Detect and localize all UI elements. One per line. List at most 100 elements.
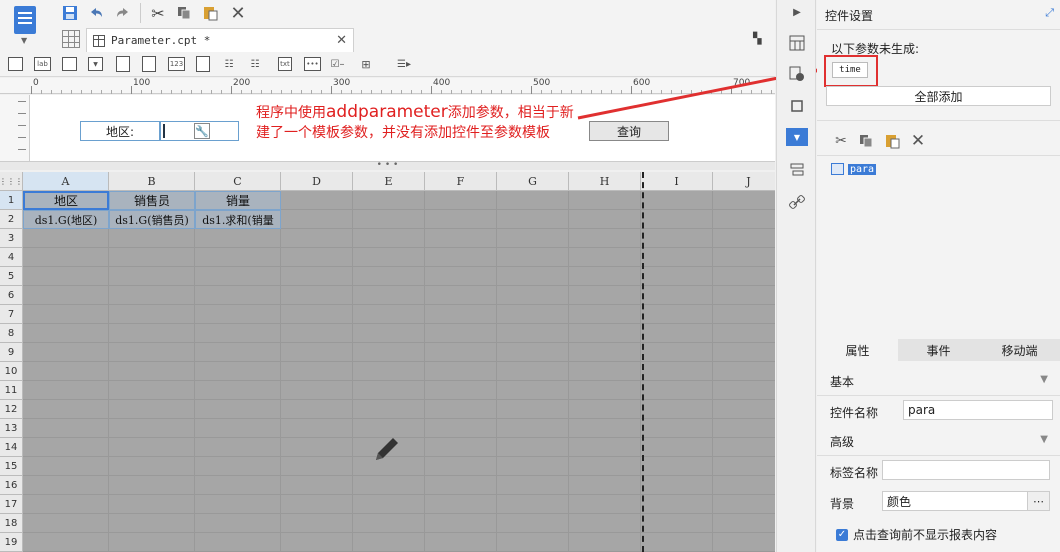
row-header[interactable]: 15: [0, 457, 23, 476]
checkbox-group-icon[interactable]: ☑–: [330, 57, 345, 71]
report-grid[interactable]: ⋮⋮⋮ A B C D E F G H I J 1 2 3 4 5 6 7 8 9 10 11 12 13 14 15 16 17 1…: [0, 172, 775, 552]
redo-icon[interactable]: [113, 3, 133, 23]
column-header[interactable]: F: [425, 172, 497, 191]
save-icon[interactable]: [60, 3, 80, 23]
tab-properties[interactable]: 属性: [817, 339, 898, 361]
widget-tree-item[interactable]: para: [831, 163, 877, 175]
undo-icon[interactable]: [86, 3, 106, 23]
row-header[interactable]: 11: [0, 381, 23, 400]
text-widget-icon[interactable]: txt: [278, 57, 292, 71]
calendar-widget-icon[interactable]: [142, 56, 156, 72]
row-header[interactable]: 7: [0, 305, 23, 324]
row-header[interactable]: 16: [0, 476, 23, 495]
tag-name-field[interactable]: [882, 460, 1050, 480]
copy-icon[interactable]: [174, 3, 194, 23]
password-widget-icon[interactable]: •••: [304, 57, 321, 71]
file-tab[interactable]: Parameter.cpt * ✕: [86, 28, 354, 52]
cell-b2[interactable]: ds1.G(销售员): [109, 210, 195, 229]
select-all-corner[interactable]: ⋮⋮⋮: [0, 172, 23, 191]
tree-widget-icon[interactable]: ⊞: [358, 56, 374, 72]
cell-element-icon[interactable]: [787, 33, 807, 53]
row-header[interactable]: 4: [0, 248, 23, 267]
grid-column-line: [424, 191, 425, 552]
section-advanced[interactable]: 高级 ▼: [817, 430, 1060, 452]
column-header[interactable]: J: [713, 172, 775, 191]
copy-icon[interactable]: [857, 132, 875, 150]
column-header[interactable]: H: [569, 172, 641, 191]
tab-events[interactable]: 事件: [898, 339, 979, 361]
row-header[interactable]: 18: [0, 514, 23, 533]
widget-settings-panel: 控件设置 ⤢ 以下参数未生成: time 全部添加 ✂ ✕ para 属性 事件…: [817, 0, 1060, 552]
collapse-arrow-icon[interactable]: ▶: [787, 2, 807, 22]
row-header[interactable]: 13: [0, 419, 23, 438]
number-widget-icon[interactable]: 123: [168, 57, 185, 71]
cell-a2[interactable]: ds1.G(地区): [23, 210, 109, 229]
delete-icon[interactable]: ✕: [909, 131, 927, 151]
row-header[interactable]: 5: [0, 267, 23, 286]
region-label[interactable]: 地区:: [80, 121, 160, 141]
query-button[interactable]: 查询: [589, 121, 669, 141]
row-header[interactable]: 10: [0, 362, 23, 381]
delete-icon[interactable]: ✕: [228, 3, 248, 24]
condition-attribute-icon[interactable]: [787, 160, 807, 180]
widget-edit-icon[interactable]: 🔧: [194, 123, 210, 139]
section-basic[interactable]: 基本 ▼: [817, 370, 1060, 392]
date-widget-icon[interactable]: [116, 56, 130, 72]
widget-name-field[interactable]: para: [903, 400, 1053, 420]
cut-icon[interactable]: ✂: [148, 3, 168, 23]
checkbox-widget-icon[interactable]: ☷: [248, 56, 262, 72]
row-header[interactable]: 2: [0, 210, 23, 229]
panel-toggle-icon[interactable]: ▚: [753, 32, 767, 46]
column-header[interactable]: A: [23, 172, 109, 191]
combobox-widget-icon[interactable]: ▼: [88, 57, 103, 71]
region-combobox[interactable]: 🔧: [160, 121, 239, 141]
cell-c1[interactable]: 销量: [195, 191, 281, 210]
cut-icon[interactable]: ✂: [832, 132, 850, 150]
radio-widget-icon[interactable]: ☷: [222, 56, 236, 72]
column-header[interactable]: B: [109, 172, 195, 191]
add-all-button[interactable]: 全部添加: [826, 86, 1051, 106]
row-header[interactable]: 8: [0, 324, 23, 343]
dock-icon[interactable]: ⤢: [1045, 6, 1054, 20]
close-tab-icon[interactable]: ✕: [336, 33, 347, 48]
ruler-tick: [711, 90, 712, 94]
cell-a1[interactable]: 地区: [23, 191, 109, 210]
column-header[interactable]: E: [353, 172, 425, 191]
column-header[interactable]: G: [497, 172, 569, 191]
row-header[interactable]: 1: [0, 191, 23, 210]
float-element-icon[interactable]: [787, 96, 807, 116]
more-widgets-icon[interactable]: ☰▸: [392, 56, 416, 72]
background-field[interactable]: 颜色 ⋯: [882, 491, 1050, 511]
row-header[interactable]: 12: [0, 400, 23, 419]
param-chip-time[interactable]: time: [832, 62, 868, 78]
button-widget-icon[interactable]: [62, 57, 77, 71]
grid-view-icon[interactable]: [62, 30, 80, 48]
hyperlink-icon[interactable]: [787, 192, 807, 212]
textarea-widget-icon[interactable]: [196, 56, 210, 72]
row-header[interactable]: 17: [0, 495, 23, 514]
paste-icon[interactable]: [883, 132, 901, 150]
row-header[interactable]: 6: [0, 286, 23, 305]
cell-b1[interactable]: 销售员: [109, 191, 195, 210]
grid-column-line: [568, 191, 569, 552]
tab-mobile[interactable]: 移动端: [979, 339, 1060, 361]
template-file-icon: [93, 34, 105, 47]
row-header[interactable]: 19: [0, 533, 23, 552]
app-menu-icon[interactable]: ▼: [12, 6, 38, 45]
cell-c2[interactable]: ds1.求和(销量: [195, 210, 281, 229]
cell-attribute-icon[interactable]: [787, 64, 807, 84]
row-header[interactable]: 14: [0, 438, 23, 457]
column-header[interactable]: D: [281, 172, 353, 191]
label-widget-icon[interactable]: lab: [34, 57, 51, 71]
row-header[interactable]: 9: [0, 343, 23, 362]
textbox-widget-icon[interactable]: [8, 57, 23, 71]
widget-settings-icon[interactable]: ▼: [786, 128, 808, 146]
column-header[interactable]: I: [641, 172, 713, 191]
paste-icon[interactable]: [200, 3, 220, 23]
column-header[interactable]: C: [195, 172, 281, 191]
ruler-tick: [541, 90, 542, 94]
more-options-icon[interactable]: ⋯: [1027, 492, 1049, 510]
row-header[interactable]: 3: [0, 229, 23, 248]
hide-before-query-checkbox[interactable]: ✓ 点击查询前不显示报表内容: [836, 526, 997, 543]
pane-splitter[interactable]: • • •: [0, 161, 775, 170]
